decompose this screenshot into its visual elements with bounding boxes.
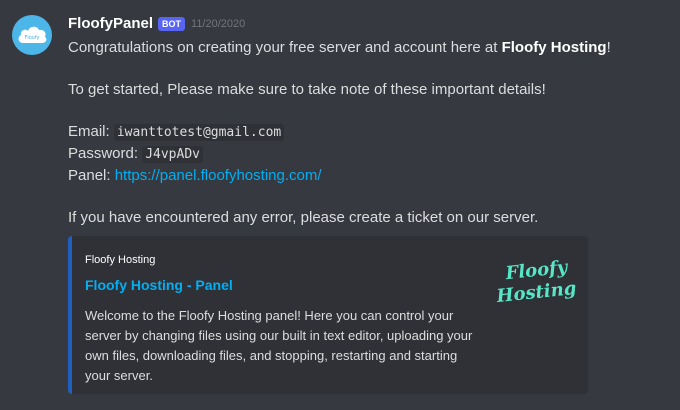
congrats-suffix: !	[606, 39, 611, 56]
message-header: FloofyPanel BOT 11/20/2020	[68, 15, 245, 32]
embed-card: Floofy Hosting Floofy Hosting - Panel We…	[68, 236, 588, 394]
error-line: If you have encountered any error, pleas…	[68, 209, 539, 226]
embed-description: Welcome to the Floofy Hosting panel! Her…	[85, 308, 473, 383]
floofy-logo[interactable]: Floofy Hosting	[497, 256, 577, 304]
brand-name: Floofy Hosting	[501, 39, 607, 56]
password-line: Password: J4vpADv	[68, 143, 668, 165]
panel-line: Panel: https://panel.floofyhosting.com/	[68, 165, 668, 186]
embed-author: Floofy Hosting	[85, 254, 156, 266]
congrats-text: Congratulations on creating your free se…	[68, 39, 502, 56]
svg-text:Floofy: Floofy	[24, 35, 39, 41]
timestamp: 11/20/2020	[191, 17, 246, 30]
avatar[interactable]: Floofy	[12, 15, 52, 55]
email-line: Email: iwanttotest@gmail.com	[68, 121, 668, 143]
message-content: Congratulations on creating your free se…	[68, 37, 668, 228]
embed-title[interactable]: Floofy Hosting - Panel	[85, 277, 233, 293]
email-value: iwanttotest@gmail.com	[113, 124, 285, 141]
bot-badge: BOT	[158, 16, 186, 31]
email-label: Email:	[68, 123, 110, 140]
password-value: J4vpADv	[142, 146, 203, 163]
panel-link[interactable]: https://panel.floofyhosting.com/	[115, 167, 322, 184]
chat-message: Floofy FloofyPanel BOT 11/20/2020 Congra…	[0, 0, 680, 410]
congrats-line: Congratulations on creating your free se…	[68, 37, 668, 58]
cloud-icon: Floofy	[18, 26, 47, 43]
panel-label: Panel:	[68, 167, 111, 184]
instructions-line: To get started, Please make sure to take…	[68, 81, 546, 98]
username[interactable]: FloofyPanel	[68, 15, 153, 32]
password-label: Password:	[68, 145, 139, 162]
